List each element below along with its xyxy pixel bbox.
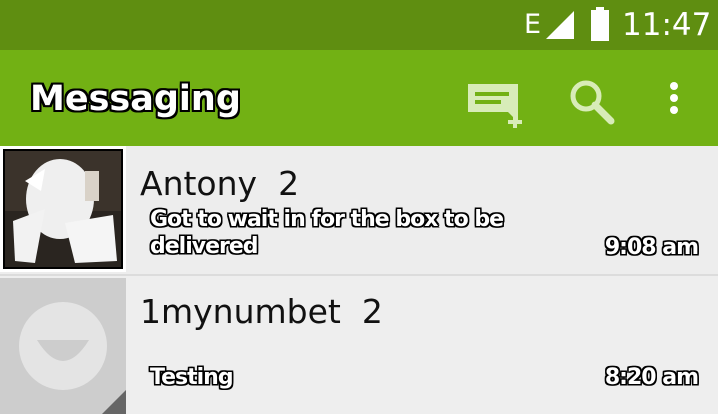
status-bar: E 11:47 — [0, 0, 718, 50]
overflow-menu-icon[interactable] — [664, 80, 684, 120]
action-bar: Messaging — [0, 50, 718, 146]
contact-name: 1mynumbet — [140, 292, 341, 331]
message-snippet: Testing — [150, 365, 234, 390]
battery-icon — [591, 7, 609, 41]
message-time: 8:20 am — [604, 365, 699, 390]
conversation-item[interactable]: Antony 2 Got to wait in for the box to b… — [0, 146, 718, 274]
contact-name: Antony — [140, 164, 258, 203]
message-count: 2 — [278, 164, 300, 203]
contact-photo-image — [5, 151, 121, 267]
default-contact-avatar[interactable] — [0, 278, 126, 414]
search-icon[interactable] — [566, 76, 618, 128]
conversation-item[interactable]: 1mynumbet 2 Testing 8:20 am — [0, 276, 718, 414]
contact-name-line: 1mynumbet 2 — [140, 292, 383, 332]
signal-icon — [546, 11, 574, 39]
new-message-icon[interactable] — [464, 78, 528, 128]
status-clock: 11:47 — [622, 7, 712, 43]
default-avatar-icon — [0, 278, 126, 414]
contact-photo[interactable] — [0, 146, 126, 272]
app-title: Messaging — [30, 79, 241, 119]
contact-name-line: Antony 2 — [140, 164, 299, 204]
messaging-screen: E 11:47 Messaging Antony 2 Got to wait i… — [0, 0, 718, 414]
message-snippet: Got to wait in for the box to be deliver… — [150, 207, 504, 259]
message-count: 2 — [361, 292, 383, 331]
network-type: E — [524, 9, 542, 40]
message-time: 9:08 am — [604, 235, 699, 260]
